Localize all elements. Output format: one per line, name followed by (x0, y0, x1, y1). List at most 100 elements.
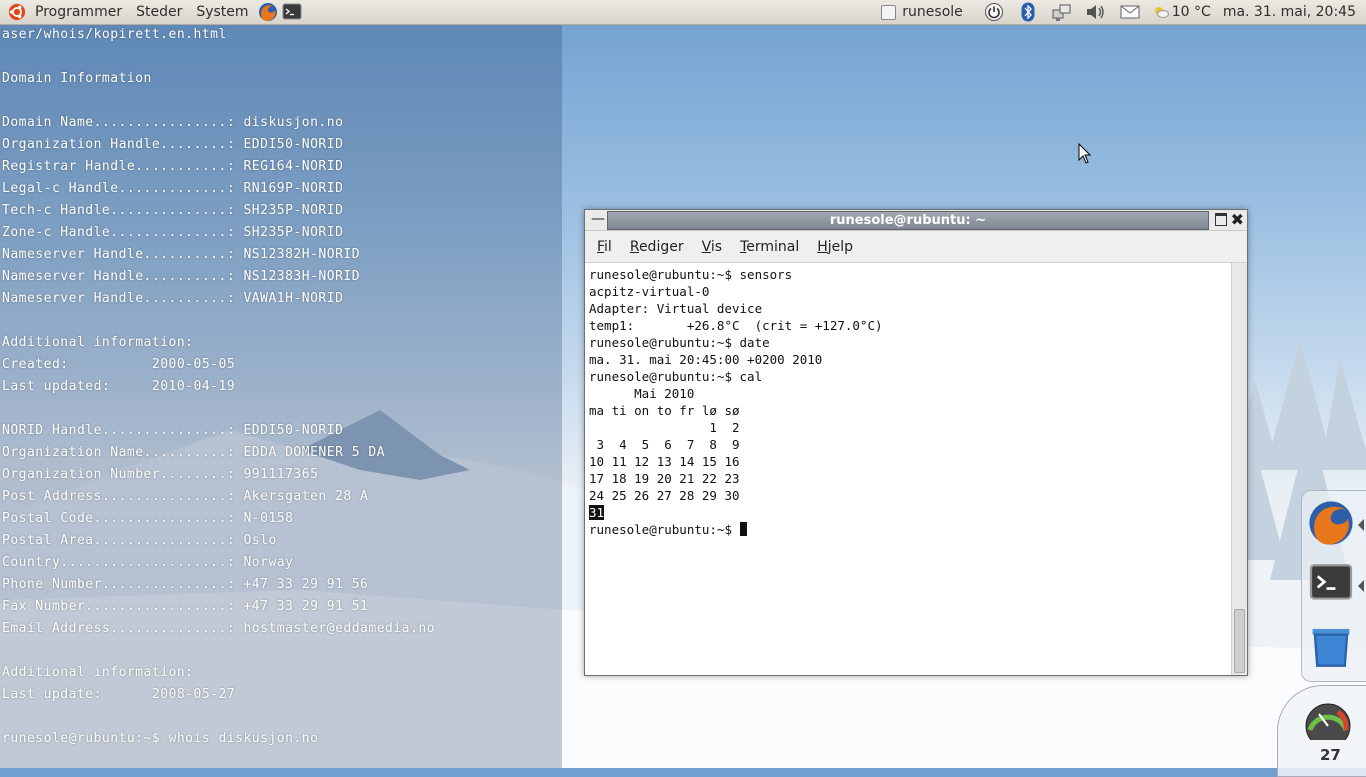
bluetooth-icon[interactable] (1017, 2, 1039, 22)
system-monitor-gauge[interactable]: 27 (1277, 685, 1366, 777)
weather-indicator[interactable]: 10 °C (1153, 4, 1211, 20)
terminal-output-line: Mai 2010 (589, 386, 695, 401)
terminal-line: aser/whois/kopirett.en.html (2, 27, 227, 42)
calendar-today: 31 (589, 505, 605, 520)
dock-trash[interactable] (1305, 619, 1357, 671)
terminal-icon (1309, 564, 1353, 600)
terminal-prompt-line[interactable]: runesole@rubuntu:~$ (589, 521, 1231, 538)
terminal-output-line: acpitz-virtual-0 (589, 284, 710, 299)
terminal-output-line: ma ti on to fr lø sø (589, 403, 740, 418)
terminal-line: Nameserver Handle..........: NS12383H-NO… (2, 269, 361, 284)
dock-arrow-icon (1358, 519, 1364, 531)
terminal-line: Postal Area................: Oslo (2, 533, 277, 548)
menu-programmer[interactable]: Programmer (28, 0, 129, 24)
terminal-line: Legal-c Handle.............: RN169P-NORI… (2, 181, 344, 196)
gauge-dial-icon (1305, 703, 1351, 740)
terminal-output-line: 1 2 (589, 420, 740, 435)
background-terminal[interactable]: aser/whois/kopirett.en.html Domain Inform… (0, 24, 562, 768)
terminal-title-bar[interactable]: — runesole@rubuntu: ~ ✖ (585, 210, 1247, 231)
terminal-output-line: runesole@rubuntu:~$ sensors (589, 267, 793, 282)
scrollbar-thumb[interactable] (1234, 609, 1245, 673)
terminal-output-line: ma. 31. mai 20:45:00 +0200 2010 (589, 352, 823, 367)
network-icon[interactable] (1051, 2, 1073, 22)
gauge-value: 27 (1320, 746, 1341, 764)
terminal-line: Country....................: Norway (2, 555, 294, 570)
close-button[interactable]: ✖ (1231, 210, 1244, 229)
terminal-menu-vis[interactable]: Vis (690, 239, 728, 255)
terminal-line: Last updated: 2010-04-19 (2, 379, 236, 394)
dock-panel (1301, 490, 1366, 682)
weather-cloud-sun-icon (1154, 7, 1169, 18)
clock[interactable]: ma. 31. mai, 20:45 (1223, 4, 1356, 20)
user-status-icon (881, 4, 897, 20)
terminal-line: Postal Code................: N-0158 (2, 511, 294, 526)
terminal-menu-terminal[interactable]: Terminal (728, 239, 805, 255)
firefox-icon (1309, 501, 1353, 545)
mouse-pointer-icon (1078, 143, 1092, 164)
terminal-menu-rediger[interactable]: Rediger (618, 239, 690, 255)
terminal-prompt: runesole@rubuntu:~$ (589, 522, 740, 537)
weather-temp: 10 °C (1171, 4, 1211, 20)
user-switcher[interactable]: runesole (881, 4, 963, 20)
terminal-output-line: 10 11 12 13 14 15 16 (589, 454, 740, 469)
terminal-output-line: runesole@rubuntu:~$ cal (589, 369, 763, 384)
terminal-window[interactable]: — runesole@rubuntu: ~ ✖ Fil Rediger Vis Ter… (584, 209, 1248, 676)
terminal-line: Created: 2000-05-05 (2, 357, 236, 372)
terminal-line: Nameserver Handle..........: VAWA1H-NORI… (2, 291, 344, 306)
terminal-line: NORID Handle...............: EDDI50-NORI… (2, 423, 344, 438)
user-name: runesole (902, 4, 963, 20)
firefox-launcher-icon[interactable] (258, 2, 278, 22)
menu-steder[interactable]: Steder (129, 0, 189, 24)
terminal-line: Registrar Handle...........: REG164-NORI… (2, 159, 344, 174)
terminal-line: Additional information: (2, 335, 194, 350)
terminal-line: Organization Name..........: EDDA DOMENE… (2, 445, 386, 460)
terminal-line: Fax Number.................: +47 33 29 9… (2, 599, 369, 614)
text-cursor (739, 522, 747, 536)
terminal-launcher-icon[interactable] (282, 2, 302, 22)
ubuntu-logo-icon[interactable] (8, 3, 26, 21)
terminal-output-line: Adapter: Virtual device (589, 301, 763, 316)
terminal-line: Phone Number...............: +47 33 29 9… (2, 577, 369, 592)
volume-icon[interactable] (1085, 2, 1107, 22)
terminal-output[interactable]: runesole@rubuntu:~$ sensors acpitz-virtua… (585, 263, 1231, 675)
terminal-line: Additional information: (2, 665, 194, 680)
dock-terminal[interactable] (1305, 557, 1357, 609)
minimize-button[interactable]: — (591, 211, 605, 227)
terminal-line: Post Address...............: Akersgaten … (2, 489, 369, 504)
mail-icon[interactable] (1119, 2, 1141, 22)
dock-arrow-icon (1358, 580, 1364, 592)
terminal-output-line: runesole@rubuntu:~$ date (589, 335, 770, 350)
terminal-output-line: 24 25 26 27 28 29 30 (589, 488, 740, 503)
maximize-button[interactable] (1215, 213, 1227, 226)
terminal-line: Domain Information (2, 71, 152, 86)
terminal-line: Last update: 2008-05-27 (2, 687, 236, 702)
terminal-line: Email Address..............: hostmaster@… (2, 621, 435, 636)
terminal-menu-fil[interactable]: Fil (585, 239, 618, 255)
terminal-line: Zone-c Handle..............: SH235P-NORI… (2, 225, 344, 240)
terminal-menu-hjelp[interactable]: Hjelp (805, 239, 859, 255)
terminal-line: Tech-c Handle..............: SH235P-NORI… (2, 203, 344, 218)
terminal-output-line: 31 (589, 504, 1231, 521)
terminal-output-line: 17 18 19 20 21 22 23 (589, 471, 740, 486)
trash-icon (1312, 628, 1350, 667)
window-title: runesole@rubuntu: ~ (607, 211, 1209, 230)
terminal-menu-bar: Fil Rediger Vis Terminal Hjelp (585, 231, 1247, 263)
top-panel: Programmer Steder System runesole 10 °C … (0, 0, 1366, 25)
terminal-line: runesole@rubuntu:~$ whois diskusjon.no (2, 731, 319, 746)
terminal-scrollbar[interactable] (1231, 263, 1247, 675)
terminal-line: Organization Handle........: EDDI50-NORI… (2, 137, 344, 152)
terminal-output-line: 3 4 5 6 7 8 9 (589, 437, 740, 452)
terminal-line: Nameserver Handle..........: NS12382H-NO… (2, 247, 361, 262)
power-icon[interactable] (983, 2, 1005, 22)
terminal-line: Organization Number........: 991117365 (2, 467, 319, 482)
terminal-line: Domain Name................: diskusjon.n… (2, 115, 344, 130)
menu-system[interactable]: System (189, 0, 255, 24)
terminal-output-line: temp1: +26.8°C (crit = +127.0°C) (589, 318, 883, 333)
dock-firefox[interactable] (1305, 497, 1357, 549)
